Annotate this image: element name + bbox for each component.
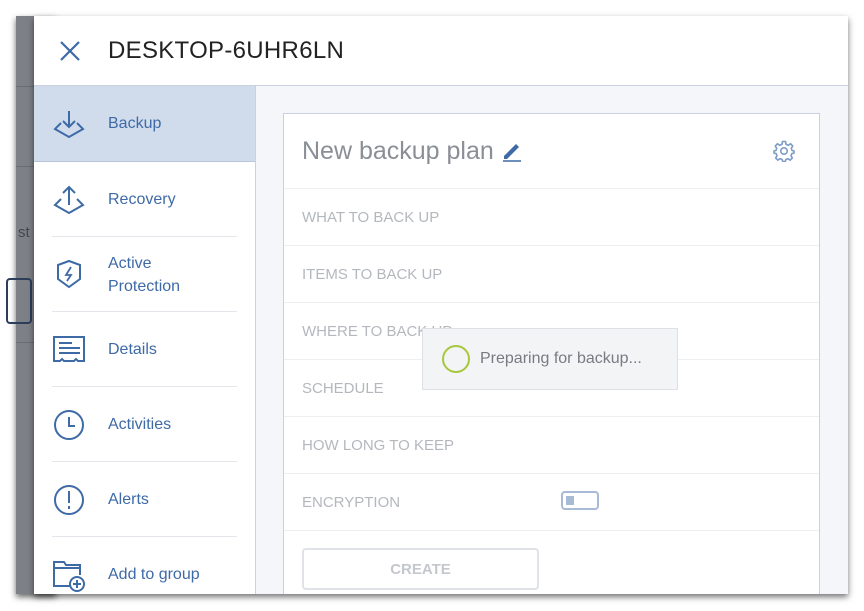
- background-text: st: [18, 224, 30, 241]
- section-items-to-back-up[interactable]: ITEMS TO BACK UP: [284, 246, 819, 303]
- section-label: WHAT TO BACK UP: [302, 208, 440, 226]
- spinner-icon: [442, 345, 470, 373]
- sidebar-item-alerts[interactable]: Alerts: [34, 462, 255, 537]
- section-label: HOW LONG TO KEEP: [302, 436, 454, 454]
- sidebar-item-add-to-group[interactable]: Add to group: [34, 537, 255, 594]
- plan-name[interactable]: New backup plan: [302, 137, 494, 166]
- page-title: DESKTOP-6UHR6LN: [108, 36, 345, 64]
- details-icon: [53, 335, 85, 362]
- alert-icon: [54, 484, 84, 515]
- sidebar-item-backup[interactable]: Backup: [34, 86, 255, 162]
- section-encryption: ENCRYPTION: [284, 474, 819, 531]
- background-box: [6, 278, 32, 324]
- folder-add-icon: [53, 560, 85, 592]
- section-label: ITEMS TO BACK UP: [302, 265, 443, 283]
- encryption-toggle[interactable]: [561, 491, 599, 510]
- section-what-to-back-up[interactable]: WHAT TO BACK UP: [284, 189, 819, 246]
- section-label: SCHEDULE: [302, 379, 384, 397]
- sidebar-item-details[interactable]: Details: [34, 312, 255, 387]
- panel-header: DESKTOP-6UHR6LN: [34, 16, 848, 86]
- toggle-knob: [566, 496, 574, 505]
- loading-overlay: Preparing for backup...: [422, 328, 678, 390]
- create-button[interactable]: CREATE: [302, 548, 539, 590]
- close-icon[interactable]: [58, 39, 82, 63]
- shield-bolt-icon: [57, 259, 81, 288]
- sidebar-item-label: Backup: [108, 115, 162, 132]
- sidebar-item-label: Activities: [108, 416, 172, 433]
- sidebar-item-label: Add to group: [108, 566, 200, 583]
- sidebar-item-label: Details: [108, 341, 157, 358]
- sidebar-item-label: Alerts: [108, 491, 149, 508]
- sidebar-item-recovery[interactable]: Recovery: [34, 162, 255, 237]
- device-panel: DESKTOP-6UHR6LN Backup Recovery Active P…: [34, 16, 848, 594]
- sidebar-item-active-protection[interactable]: Active Protection: [34, 237, 255, 312]
- sidebar-item-label: Recovery: [108, 191, 176, 208]
- sidebar-item-activities[interactable]: Activities: [34, 387, 255, 462]
- gear-icon[interactable]: [773, 140, 795, 162]
- section-how-long-to-keep[interactable]: HOW LONG TO KEEP: [284, 417, 819, 474]
- sidebar-item-label: Active Protection: [108, 254, 181, 295]
- loading-text: Preparing for backup...: [480, 350, 642, 367]
- backup-icon: [53, 110, 85, 138]
- plan-header: New backup plan: [284, 114, 819, 189]
- clock-icon: [54, 409, 84, 440]
- section-label: ENCRYPTION: [302, 493, 401, 511]
- recovery-icon: [53, 185, 85, 214]
- pencil-icon[interactable]: [501, 140, 523, 162]
- sidebar: Backup Recovery Active Protection Detail…: [34, 86, 256, 594]
